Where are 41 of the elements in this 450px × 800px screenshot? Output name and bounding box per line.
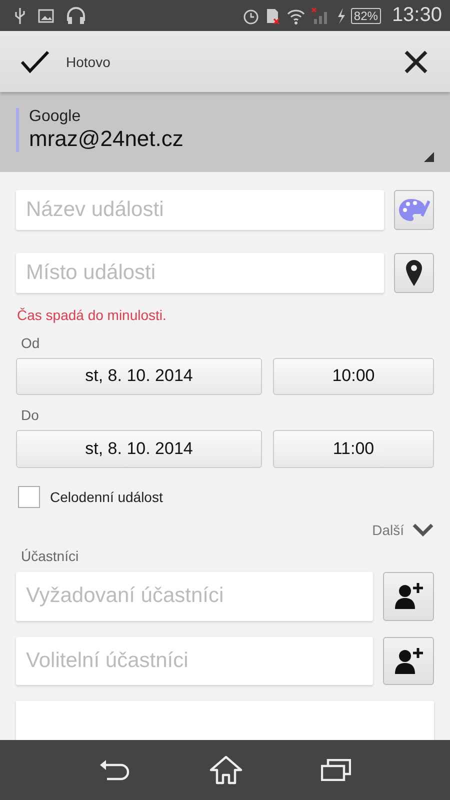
add-person-icon (394, 582, 424, 610)
input-field[interactable]: Volitelní účastníci (16, 636, 373, 686)
recent-apps-icon[interactable] (321, 759, 351, 781)
chevron-down-icon (412, 523, 434, 538)
more-button[interactable]: Další (372, 522, 434, 538)
time-button[interactable]: 11:00 (273, 430, 434, 468)
sim-card-icon (264, 6, 281, 24)
section-label: Účastníci (21, 548, 80, 564)
add-person-button[interactable] (383, 636, 434, 686)
date-button[interactable]: st, 8. 10. 2014 (16, 430, 262, 468)
add-person-icon (394, 646, 424, 675)
checkbox[interactable] (18, 486, 40, 508)
error-message: Čas spadá do minulosti. (17, 306, 168, 323)
battery-indicator: 82% (350, 8, 381, 24)
close-icon (404, 50, 428, 74)
add-person-button[interactable] (383, 572, 434, 621)
input-field[interactable] (16, 701, 434, 740)
section-label: Do (21, 407, 40, 424)
dropdown-corner-icon (424, 152, 434, 162)
home-icon[interactable] (209, 755, 243, 785)
time-button[interactable]: 10:00 (273, 358, 434, 396)
account-email: mraz@24net.cz (29, 126, 184, 152)
account-selector[interactable]: Google mraz@24net.cz (0, 92, 450, 172)
checkbox-label: Celodenní událost (50, 489, 163, 506)
location-button[interactable] (394, 252, 434, 293)
input-field[interactable]: Místo události (16, 252, 384, 293)
image-icon (38, 8, 54, 22)
input-field[interactable]: Název události (16, 190, 384, 230)
map-pin-icon (405, 258, 423, 287)
account-provider: Google (29, 108, 82, 126)
palette-icon (398, 196, 430, 223)
section-label: Od (21, 334, 41, 351)
usb-icon (14, 6, 26, 24)
date-button[interactable]: st, 8. 10. 2014 (16, 358, 262, 396)
back-icon[interactable] (99, 759, 131, 781)
color-button[interactable] (394, 190, 434, 230)
checkmark-icon (20, 50, 50, 74)
charging-icon (336, 6, 346, 24)
input-field[interactable]: Vyžadovaní účastníci (16, 572, 373, 621)
headphones-icon (66, 6, 86, 24)
clock: 13:30 (392, 4, 442, 27)
